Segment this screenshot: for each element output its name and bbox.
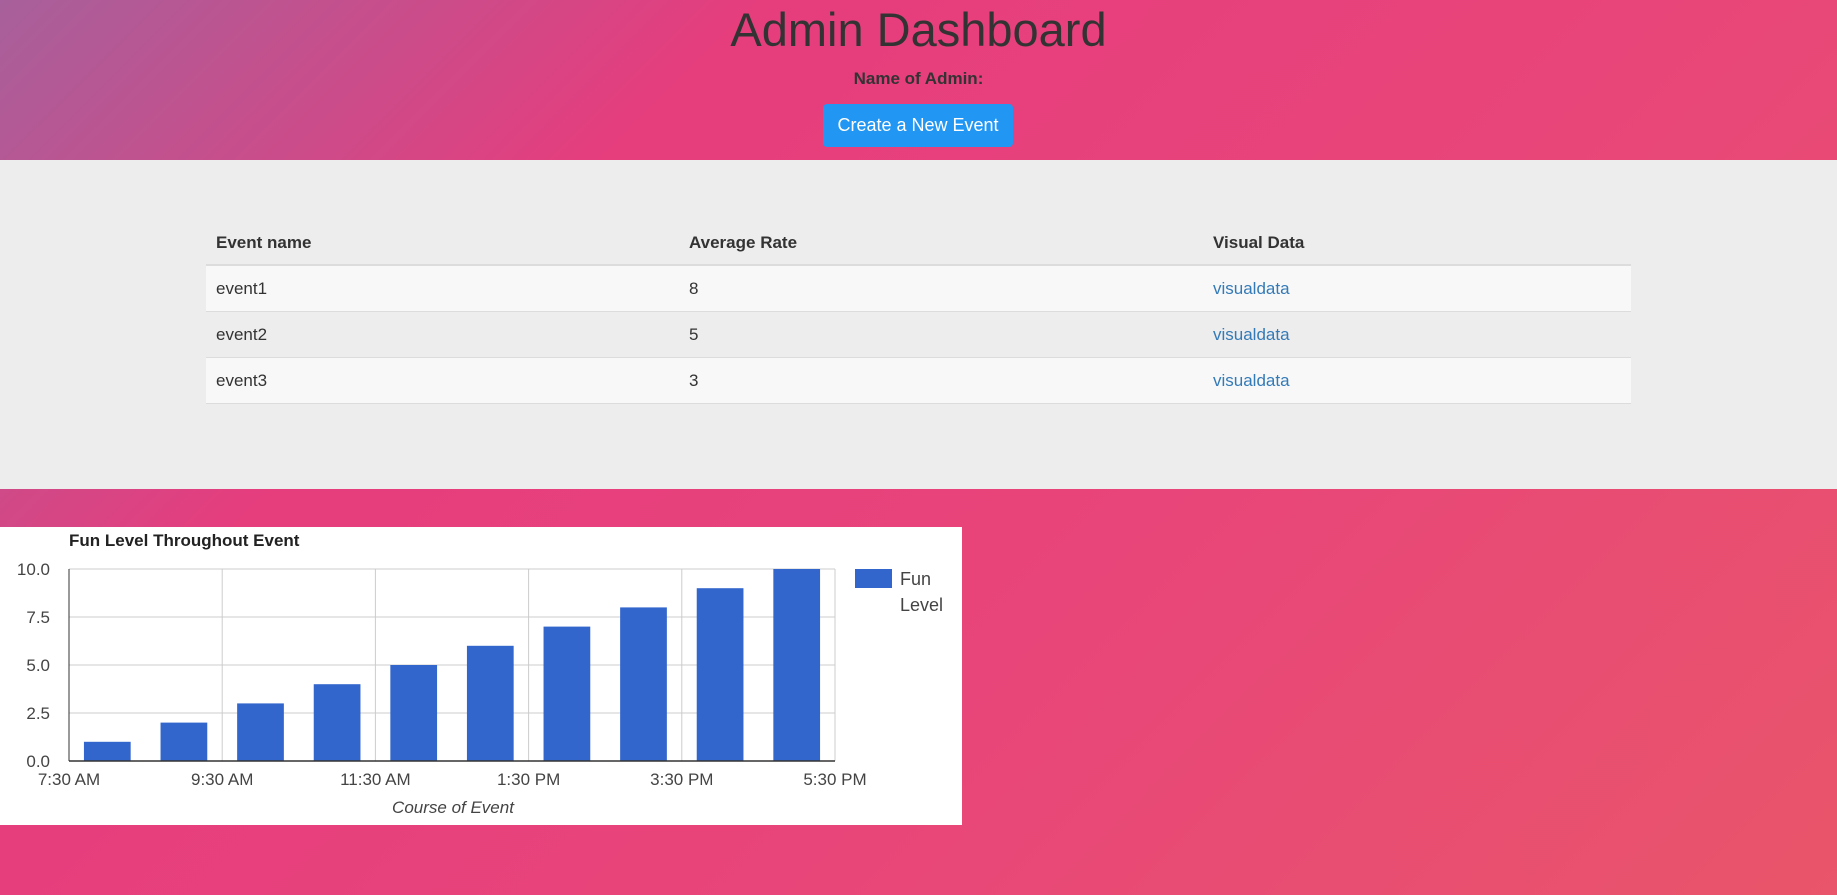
page-title: Admin Dashboard [730, 3, 1107, 56]
bar [237, 703, 284, 761]
y-tick-label: 2.5 [26, 704, 50, 723]
bar [466, 645, 514, 761]
bar [313, 684, 361, 761]
x-tick-label: 5:30 PM [803, 770, 866, 789]
visual-data-cell: visualdata [1203, 357, 1631, 404]
y-tick-label: 0.0 [26, 752, 50, 771]
header: Admin Dashboard Name of Admin: Create a … [0, 0, 1837, 160]
column-header-average-rate: Average Rate [679, 222, 1203, 266]
bar [773, 569, 821, 761]
table-row: event2 5 visualdata [206, 311, 1631, 358]
event-name-cell: event1 [206, 265, 679, 312]
chart-x-ticks: 7:30 AM 9:30 AM 11:30 AM 1:30 PM 3:30 PM 5:30… [38, 770, 867, 789]
x-tick-label: 1:30 PM [497, 770, 560, 789]
bar [696, 588, 744, 761]
average-rate-cell: 3 [679, 357, 1203, 404]
column-header-visual-data: Visual Data [1203, 222, 1631, 266]
events-table-section: Event name Average Rate Visual Data even… [0, 160, 1837, 489]
visual-data-link[interactable]: visualdata [1213, 325, 1290, 344]
event-name-cell: event2 [206, 311, 679, 358]
bar [83, 741, 131, 761]
legend-label-line-1: Fun [900, 569, 931, 589]
legend-label-line-2: Level [900, 595, 943, 615]
chart-svg: Fun Level Throughout Event 0.0 2.5 5.0 7.5 1… [17, 531, 943, 817]
chart-legend: Fun Level [855, 569, 943, 615]
events-table: Event name Average Rate Visual Data even… [206, 222, 1631, 404]
chart-y-ticks: 0.0 2.5 5.0 7.5 10.0 [17, 560, 50, 771]
x-tick-label: 11:30 AM [340, 770, 411, 789]
y-tick-label: 5.0 [26, 656, 50, 675]
fun-level-chart: Fun Level Throughout Event 0.0 2.5 5.0 7.5 1… [0, 527, 962, 825]
bar [620, 607, 667, 761]
bar [390, 665, 438, 761]
table-row: event3 3 visualdata [206, 357, 1631, 404]
y-tick-label: 10.0 [17, 560, 50, 579]
visual-data-cell: visualdata [1203, 265, 1631, 312]
chart-title: Fun Level Throughout Event [69, 531, 300, 550]
x-tick-label: 9:30 AM [191, 770, 253, 789]
admin-name-label: Name of Admin: [853, 69, 984, 88]
legend-swatch [855, 569, 892, 588]
visual-data-cell: visualdata [1203, 311, 1631, 358]
visual-data-link[interactable]: visualdata [1213, 279, 1290, 298]
y-tick-label: 7.5 [26, 608, 50, 627]
average-rate-cell: 8 [679, 265, 1203, 312]
visual-data-link[interactable]: visualdata [1213, 371, 1290, 390]
table-row: event1 8 visualdata [206, 265, 1631, 312]
table-header-row: Event name Average Rate Visual Data [206, 222, 1631, 266]
average-rate-cell: 5 [679, 311, 1203, 358]
x-tick-label: 3:30 PM [650, 770, 713, 789]
column-header-event-name: Event name [206, 222, 679, 266]
chart-x-axis-label: Course of Event [392, 798, 515, 817]
create-new-event-button[interactable]: Create a New Event [823, 104, 1013, 147]
bar [160, 722, 208, 761]
x-tick-label: 7:30 AM [38, 770, 100, 789]
event-name-cell: event3 [206, 357, 679, 404]
bar [543, 626, 591, 761]
